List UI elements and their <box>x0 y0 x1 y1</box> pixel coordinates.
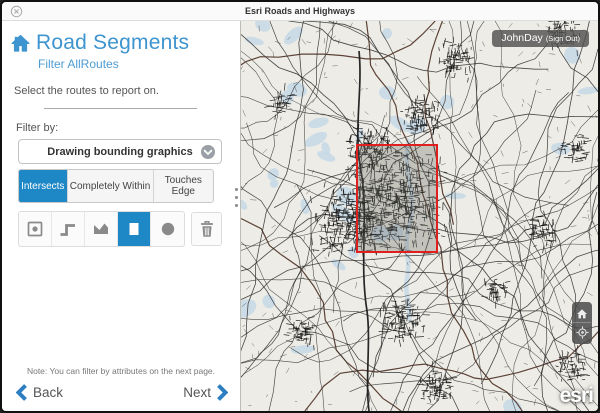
clear-graphics-button[interactable] <box>191 212 222 246</box>
back-label: Back <box>33 385 63 400</box>
panel-resize-handle[interactable] <box>235 188 238 207</box>
draw-tools-group <box>18 211 185 247</box>
home-extent-button[interactable] <box>573 305 591 323</box>
next-button[interactable]: Next <box>183 384 228 401</box>
polygon-icon <box>91 219 111 239</box>
point-tool-button[interactable] <box>19 212 52 246</box>
esri-logo: esri <box>560 384 593 408</box>
tab-touches-edge[interactable]: Touches Edge <box>154 170 213 202</box>
filter-method-dropdown[interactable]: Drawing bounding graphics <box>18 139 222 164</box>
user-signout-button[interactable]: JohnDay (Sign Out) <box>492 30 589 47</box>
tab-intersects[interactable]: Intersects <box>19 170 68 202</box>
dropdown-value: Drawing bounding graphics <box>47 146 192 158</box>
locate-icon <box>576 326 589 339</box>
chevron-left-icon <box>16 384 27 401</box>
page-subtitle: Filter AllRoutes <box>38 57 240 71</box>
circle-icon <box>158 219 178 239</box>
chevron-right-icon <box>217 384 228 401</box>
tab-completely-within[interactable]: Completely Within <box>68 170 154 202</box>
chevron-down-icon <box>200 144 216 160</box>
sign-out-label: (Sign Out) <box>546 34 580 43</box>
next-label: Next <box>183 385 211 400</box>
home-icon <box>10 33 31 54</box>
user-name: JohnDay <box>501 32 542 44</box>
page-title: Road Segments <box>36 31 189 55</box>
locate-button[interactable] <box>573 323 591 341</box>
home-extent-icon <box>576 308 588 320</box>
title-bar: Esri Roads and Highways <box>2 2 598 21</box>
app-window: Esri Roads and Highways Road Segments Fi… <box>0 0 600 413</box>
note-text: Note: You can filter by attributes on th… <box>2 366 240 382</box>
filter-panel: Road Segments Filter AllRoutes Select th… <box>2 21 240 411</box>
map-canvas[interactable]: JohnDay (Sign Out) esri <box>240 21 598 411</box>
selection-rectangle[interactable] <box>356 144 438 253</box>
draw-tools-row <box>18 211 240 247</box>
polygon-tool-button[interactable] <box>85 212 118 246</box>
wizard-footer: Back Next <box>2 382 240 411</box>
polyline-tool-button[interactable] <box>52 212 85 246</box>
description-text: Select the routes to report on. <box>14 85 240 97</box>
window-title: Esri Roads and Highways <box>2 2 598 21</box>
filter-by-label: Filter by: <box>16 122 240 134</box>
divider <box>44 108 197 109</box>
panel-header: Road Segments <box>10 31 232 55</box>
polyline-icon <box>58 219 78 239</box>
trash-icon <box>197 219 217 239</box>
rectangle-icon <box>124 219 144 239</box>
circle-tool-button[interactable] <box>151 212 184 246</box>
rectangle-tool-button[interactable] <box>118 212 151 246</box>
back-button[interactable]: Back <box>16 384 63 401</box>
spatial-relation-tabs: Intersects Completely Within Touches Edg… <box>18 169 214 203</box>
point-icon <box>25 219 45 239</box>
map-navigation-widget <box>572 302 592 344</box>
